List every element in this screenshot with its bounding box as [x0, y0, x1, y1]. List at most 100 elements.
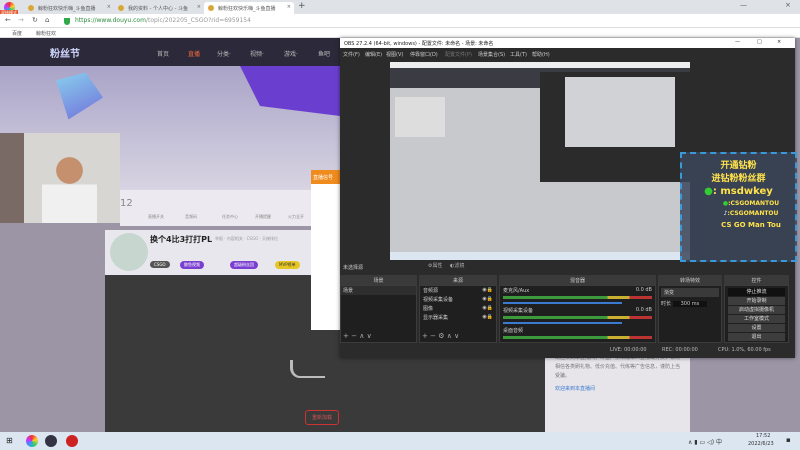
move-up-icon[interactable]: ∧ [359, 332, 364, 340]
add-icon[interactable]: + [343, 332, 349, 340]
stop-streaming-button[interactable]: 停止推流 [728, 288, 785, 296]
tab-label: 我的资料 - 个人中心 - 斗鱼 [128, 6, 188, 12]
source-item[interactable]: 视频采集设备 ◉🔒 [420, 295, 496, 304]
douyu-logo[interactable]: 粉丝节 [50, 45, 80, 60]
transitions-dock: 渐变 时长 300 ms [658, 285, 722, 343]
tag[interactable]: CSGO [150, 261, 170, 268]
nav-yuba[interactable]: 鱼吧 [318, 49, 330, 58]
tag[interactable]: MVP榜单 [275, 261, 300, 269]
source-label: 图像 [423, 306, 434, 312]
source-item[interactable]: 显示器采集 ◉🔒 [420, 313, 496, 322]
volume-slider[interactable] [503, 302, 623, 304]
remove-icon[interactable]: − [430, 332, 436, 340]
properties-button[interactable]: ⚙属性 [428, 262, 443, 269]
start-button-icon[interactable]: ⊞ [6, 436, 13, 445]
start-recording-button[interactable]: 开始录制 [728, 297, 785, 305]
scene-item[interactable]: 场景 [341, 286, 416, 295]
mixer-dock: 麦克风/Aux 0.0 dB 视频采集设备 0.0 dB 桌面音频 [499, 285, 656, 343]
obs-maximize-button[interactable]: □ [757, 39, 762, 45]
visibility-eye-icon[interactable]: ◉🔒 [482, 287, 493, 293]
menu-docks[interactable]: 停靠窗口(D) [410, 51, 438, 58]
visibility-eye-icon[interactable]: ◉🔒 [482, 305, 493, 311]
move-down-icon[interactable]: ∨ [454, 332, 459, 340]
info-item[interactable]: 音频码 [185, 214, 197, 220]
info-item[interactable]: 火力全开 [288, 214, 304, 220]
nav-category[interactable]: 分类· [217, 49, 231, 58]
move-down-icon[interactable]: ∨ [367, 332, 372, 340]
menu-profile[interactable]: 配置文件(P) [445, 51, 472, 58]
window-close-button[interactable]: × [785, 1, 791, 9]
visibility-eye-icon[interactable]: ◉🔒 [482, 314, 493, 320]
menu-view[interactable]: 视图(V) [386, 51, 403, 58]
tag[interactable]: 超级粉丝团 [230, 261, 258, 269]
home-icon[interactable]: ⌂ [45, 16, 49, 24]
source-item[interactable]: 图像 ◉🔒 [420, 304, 496, 313]
nav-games[interactable]: 游戏· [284, 49, 298, 58]
nav-home[interactable]: 首页 [157, 49, 169, 58]
close-tab-icon[interactable]: × [197, 4, 201, 10]
controls-panel-header: 控件 [724, 275, 789, 285]
studio-mode-button[interactable]: 工作室模式 [728, 315, 785, 323]
settings-button[interactable]: 设置 [728, 324, 785, 332]
add-icon[interactable]: + [422, 332, 428, 340]
transition-select[interactable]: 渐变 [661, 288, 719, 297]
obs-close-button[interactable]: × [777, 39, 781, 45]
virtual-camera-button[interactable]: 启动虚拟摄像机 [728, 306, 785, 314]
browser-tab-active[interactable]: 鲸粉狂欢快乐嗨_斗鱼直播 × [204, 2, 294, 14]
tag[interactable]: 鲸鱼视频 [180, 261, 204, 269]
clock-date[interactable]: 2022/6/23 [748, 441, 774, 447]
obs-preview[interactable] [390, 62, 690, 260]
menu-edit[interactable]: 编辑(E) [365, 51, 382, 58]
gear-icon[interactable]: ⚙ [438, 332, 444, 340]
info-item[interactable]: 任务中心 [222, 214, 238, 220]
move-up-icon[interactable]: ∧ [447, 332, 452, 340]
volume-slider[interactable] [503, 322, 623, 324]
back-icon[interactable]: ← [5, 16, 11, 24]
visibility-eye-icon[interactable]: ◉🔒 [482, 296, 493, 302]
volume-meter [503, 296, 652, 299]
notification-icon[interactable]: ▪ [786, 436, 791, 444]
filters-button[interactable]: ◐滤镜 [450, 262, 464, 269]
info-item[interactable]: 直播开关 [148, 214, 164, 220]
reload-icon[interactable]: ↻ [32, 16, 38, 24]
new-tab-button[interactable]: + [298, 1, 306, 11]
browser-tab[interactable]: 鲸粉狂欢快乐嗨_斗鱼直播 × [24, 2, 114, 14]
app-taskbar-icon[interactable] [66, 435, 78, 447]
browser-taskbar-icon[interactable] [26, 435, 38, 447]
nav-video[interactable]: 视频· [250, 49, 264, 58]
nav-live[interactable]: 直播 [188, 49, 200, 58]
source-item[interactable]: 音频源 ◉🔒 [420, 286, 496, 295]
close-tab-icon[interactable]: × [107, 4, 111, 10]
bookmarks-bar: 百度 鲸粉狂欢 [0, 28, 800, 38]
level-number: 12 [120, 198, 133, 209]
bookmark-baidu[interactable]: 百度 [12, 30, 22, 37]
overlay-wechat: ●: msdwkey [682, 186, 795, 197]
scenes-panel-header: 场景 [340, 275, 417, 285]
window-minimize-button[interactable]: — [740, 1, 747, 9]
duration-input[interactable]: 300 ms [672, 301, 708, 307]
close-tab-icon[interactable]: × [287, 4, 291, 10]
bookmark-douyu[interactable]: 鲸粉狂欢 [36, 30, 56, 37]
obs-minimize-button[interactable]: — [735, 39, 740, 45]
clock-time[interactable]: 17:52 [756, 433, 770, 439]
info-item[interactable]: 开播提醒 [255, 214, 271, 220]
system-tray-icons[interactable]: ∧ ▮ ▭ ◁) 中 [688, 437, 722, 446]
duration-row: 时长 300 ms [661, 300, 719, 307]
menu-tools[interactable]: 工具(T) [510, 51, 527, 58]
preview-taskbar [390, 252, 690, 260]
tab-favicon-icon [208, 5, 214, 11]
secure-shield-icon [64, 18, 70, 25]
exit-button[interactable]: 退出 [728, 333, 785, 341]
menu-help[interactable]: 帮助(H) [532, 51, 550, 58]
url-field[interactable]: https://www.douyu.com/topic/202205_CSGO?… [75, 17, 251, 24]
forward-icon[interactable]: → [18, 16, 24, 24]
obs-taskbar-icon[interactable] [45, 435, 57, 447]
remove-icon[interactable]: − [351, 332, 357, 340]
streamer-avatar[interactable] [110, 233, 148, 271]
overlay-line: 进钻粉粉丝群 [711, 174, 766, 184]
reload-button[interactable]: 重新加载 [305, 410, 340, 425]
browser-tab[interactable]: 我的资料 - 个人中心 - 斗鱼 × [114, 2, 204, 14]
stream-info-overlay: 开通钻粉 进钻粉粉丝群 ●: msdwkey ●:CSGOMANTOU ♪:CS… [680, 152, 797, 262]
menu-scene-collection[interactable]: 场景集合(S) [478, 51, 505, 58]
menu-file[interactable]: 文件(F) [343, 51, 360, 58]
